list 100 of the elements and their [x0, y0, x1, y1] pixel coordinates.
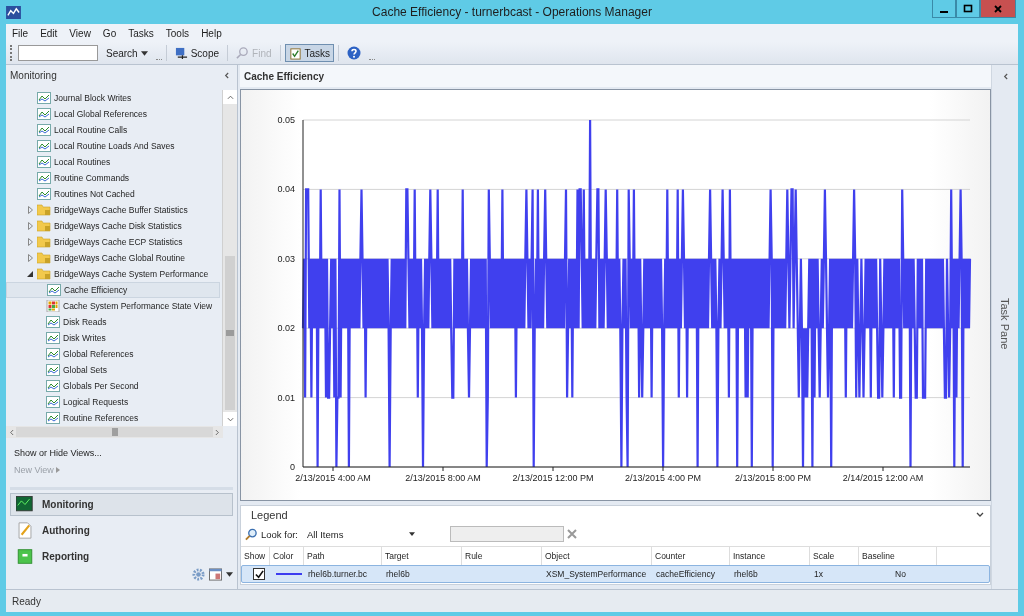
tree-item[interactable]: Routines Not Cached [6, 186, 220, 203]
help-icon [347, 46, 362, 60]
expand-chevron-icon[interactable] [1002, 73, 1008, 80]
axis-tick-label: 2/13/2015 8:00 AM [405, 473, 481, 483]
line-chart-icon [37, 188, 51, 201]
expanded-triangle-icon[interactable] [27, 271, 33, 278]
caret-icon [408, 532, 415, 536]
tree-item[interactable]: Global References [6, 346, 220, 363]
down-chevron-icon[interactable] [226, 416, 234, 422]
menu-item[interactable]: Help [201, 27, 222, 39]
scope-button[interactable]: Scope [170, 44, 224, 62]
collapse-chevron-icon[interactable] [224, 72, 229, 80]
look-for-label: Look for: [261, 528, 298, 540]
minimize-icon [940, 10, 948, 13]
clear-icon[interactable] [566, 529, 577, 539]
window-title: Cache Efficiency - turnerbcast - Operations Manager [372, 5, 652, 19]
line-chart-icon [46, 316, 60, 329]
menu-item[interactable]: Tools [165, 27, 190, 39]
line-chart-icon [37, 156, 51, 169]
settings-icon[interactable] [192, 568, 205, 581]
line-chart-icon [46, 380, 60, 393]
tree-item[interactable]: Logical Requests [6, 394, 220, 411]
tree-item[interactable]: Cache System Performance State View [6, 298, 220, 315]
line-chart-icon [46, 348, 60, 361]
tasks-button[interactable]: Tasks [284, 44, 335, 62]
menu-item[interactable]: Go [102, 27, 117, 39]
tree-item[interactable]: Disk Reads [6, 314, 220, 331]
tree-item[interactable]: Routine Commands [6, 170, 220, 187]
table-cell: rhel6b [386, 569, 410, 579]
search-field[interactable] [18, 45, 98, 61]
line-chart-icon [37, 172, 51, 185]
up-chevron-icon[interactable] [226, 94, 234, 100]
line-chart-icon [46, 332, 60, 345]
locked-folder-icon [37, 220, 51, 233]
navigation-section-button[interactable]: Authoring [10, 519, 233, 542]
line-chart-icon [46, 412, 60, 425]
tree-item[interactable]: Local Routine Loads And Saves [6, 138, 220, 155]
axis-tick-label: 2/13/2015 4:00 AM [295, 473, 371, 483]
axis-tick-label: 0.03 [277, 253, 295, 264]
table-cell: No [895, 569, 906, 579]
horizontal-scrollbar[interactable] [6, 426, 223, 438]
caret-icon[interactable] [226, 572, 233, 577]
tree-item[interactable]: Local Global References [6, 106, 220, 123]
menu-item[interactable]: Tasks [128, 27, 154, 39]
right-chevron-icon[interactable] [215, 428, 220, 436]
tree-item[interactable]: Local Routines [6, 154, 220, 171]
collapsed-triangle-icon[interactable] [27, 206, 33, 215]
locked-folder-icon [37, 236, 51, 249]
view-link[interactable]: Show or Hide Views... [14, 448, 102, 458]
sidebar-title: Monitoring [10, 70, 57, 82]
line-chart-icon [47, 284, 61, 297]
state-grid-icon [46, 300, 60, 313]
tree-item[interactable]: Globals Per Second [6, 378, 220, 395]
tree-item[interactable]: Disk Writes [6, 330, 220, 347]
tree-item[interactable]: BridgeWays Cache ECP Statistics [6, 234, 220, 251]
search-button[interactable]: Search [102, 44, 152, 62]
line-chart-icon [37, 124, 51, 137]
collapsed-triangle-icon[interactable] [27, 254, 33, 263]
show-checkbox[interactable] [253, 568, 265, 580]
tree-item[interactable]: Local Routine Calls [6, 122, 220, 139]
line-chart-icon [37, 92, 51, 105]
axis-tick-label: 2/13/2015 12:00 PM [512, 473, 594, 483]
tree-item[interactable]: BridgeWays Cache Buffer Statistics [6, 202, 220, 219]
status-text: Ready [12, 595, 41, 607]
axis-tick-label: 2/13/2015 8:00 PM [734, 473, 812, 483]
tree-item[interactable]: Cache Efficiency [6, 282, 220, 299]
tree-item[interactable]: BridgeWays Cache Global Routine [6, 250, 220, 267]
tree-item[interactable]: BridgeWays Cache System Performance [6, 266, 220, 283]
maximize-button[interactable] [956, 0, 980, 18]
tree-item[interactable]: Journal Block Writes [6, 90, 220, 107]
axis-tick-label: 2/13/2015 4:00 PM [624, 473, 702, 483]
look-for-dropdown[interactable]: All Items [306, 528, 419, 540]
maximize-icon [963, 3, 973, 14]
task-pane-title[interactable]: Task Pane [999, 298, 1011, 350]
tree-item[interactable]: BridgeWays Cache Disk Statistics [6, 218, 220, 235]
collapse-chevron-icon[interactable] [976, 512, 984, 518]
collapsed-triangle-icon[interactable] [27, 238, 33, 247]
tree-item[interactable]: Routine References [6, 410, 220, 427]
table-cell: rhel6b.turner.bc [308, 569, 368, 579]
legend-row[interactable]: rhel6b.turner.bc rhel6b XSM_SystemPerformance cacheEfficiency rhel6b 1x No [241, 565, 990, 583]
monitor-icon [174, 46, 188, 60]
minimize-button[interactable] [932, 0, 956, 18]
triangle-icon [56, 467, 61, 473]
tree-item[interactable]: Global Sets [6, 362, 220, 379]
window-icon[interactable] [209, 568, 222, 581]
menu-item[interactable]: Edit [40, 27, 58, 39]
menu-item[interactable]: File [12, 27, 29, 39]
caret-icon [140, 50, 148, 56]
left-chevron-icon[interactable] [9, 428, 14, 436]
navigation-section-button[interactable]: Reporting [10, 545, 233, 568]
collapsed-triangle-icon[interactable] [27, 222, 33, 231]
vertical-scrollbar[interactable] [222, 90, 237, 427]
app-icon [6, 5, 21, 19]
close-button[interactable] [980, 0, 1016, 18]
grip-icon [226, 330, 234, 337]
grip-icon [111, 428, 118, 437]
legend-title: Legend [251, 509, 288, 521]
navigation-section-button[interactable]: Monitoring [10, 493, 233, 516]
checklist-icon [288, 46, 302, 60]
menu-item[interactable]: View [69, 27, 91, 39]
